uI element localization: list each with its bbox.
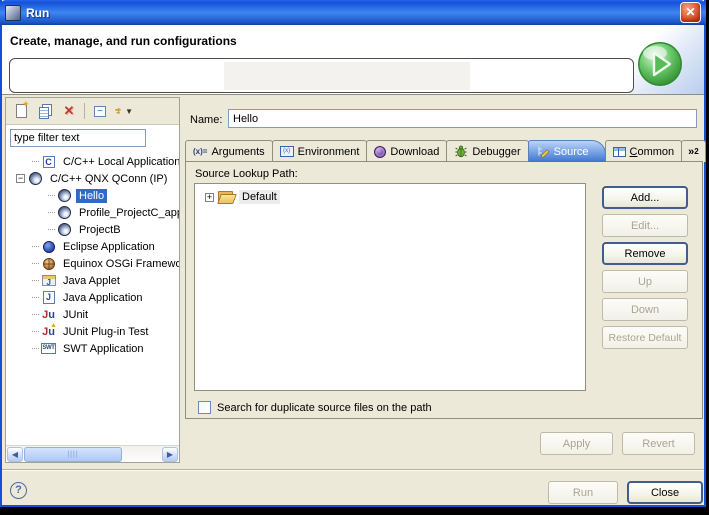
duplicate-sources-label: Search for duplicate source files on the… <box>217 402 432 414</box>
revert-button: Revert <box>622 432 695 455</box>
tree-item-java-application[interactable]: J Java Application <box>6 289 179 306</box>
tab-folder: (x)= Arguments (x) Environment Download … <box>185 140 706 162</box>
config-toolbar: ✕ − ▼ <box>6 98 179 125</box>
duplicate-icon <box>39 107 49 119</box>
environment-icon: (x) <box>280 146 294 157</box>
tree-item-hello[interactable]: Hello <box>6 187 179 204</box>
c-application-icon: C <box>41 154 56 169</box>
download-icon <box>374 146 386 158</box>
restore-default-button: Restore Default <box>602 326 688 349</box>
delete-configuration-button[interactable]: ✕ <box>60 102 78 120</box>
new-configuration-icon <box>16 104 27 118</box>
qnx-sphere-icon <box>57 205 72 220</box>
tree-item-equinox-osgi[interactable]: Equinox OSGi Framework <box>6 255 179 272</box>
add-button[interactable]: Add... <box>602 186 688 209</box>
help-icon[interactable]: ? <box>10 482 27 499</box>
java-application-icon: J <box>41 290 56 305</box>
equinox-sphere-icon <box>41 256 56 271</box>
run-orb-icon <box>636 40 684 88</box>
tree-item-cpp-local[interactable]: C C/C++ Local Application <box>6 153 179 170</box>
config-explorer: ✕ − ▼ C C/C++ Local Application C/C+ <box>5 97 180 463</box>
titlebar[interactable]: Run ✕ <box>0 0 706 25</box>
scroll-left-icon[interactable]: ◀ <box>7 447 23 462</box>
tree-item-qnx-qconn[interactable]: C/C++ QNX QConn (IP) <box>6 170 179 187</box>
junit-icon <box>41 307 56 322</box>
tab-debugger[interactable]: Debugger <box>446 140 528 162</box>
message-area <box>9 58 634 93</box>
filter-icon <box>115 105 123 117</box>
banner: Create, manage, and run configurations <box>2 25 704 95</box>
collapse-all-icon: − <box>94 106 106 117</box>
new-configuration-button[interactable] <box>12 102 30 120</box>
tab-common[interactable]: Common <box>605 140 683 162</box>
qnx-sphere-icon <box>57 222 72 237</box>
eclipse-sphere-icon <box>41 239 56 254</box>
run-button: Run <box>548 481 618 504</box>
horizontal-scrollbar[interactable]: ◀ |||| ▶ <box>6 445 179 462</box>
filter-input[interactable] <box>10 129 146 147</box>
remove-button[interactable]: Remove <box>602 242 688 265</box>
tree-item-junit[interactable]: JUnit <box>6 306 179 323</box>
up-button: Up <box>602 270 688 293</box>
scrollbar-thumb[interactable]: |||| <box>24 447 122 462</box>
close-button[interactable]: Close <box>627 481 703 504</box>
expand-plus-icon[interactable]: + <box>205 193 214 202</box>
close-icon[interactable]: ✕ <box>680 2 701 23</box>
swt-application-icon: SWT <box>41 341 56 356</box>
java-applet-icon <box>41 273 56 288</box>
qnx-sphere-icon <box>57 188 72 203</box>
source-lookup-path-label: Source Lookup Path: <box>195 168 298 180</box>
tab-environment[interactable]: (x) Environment <box>272 140 368 162</box>
folder-icon <box>218 191 234 203</box>
collapse-all-button[interactable]: − <box>91 102 109 120</box>
tree-item-profile-projectc[interactable]: Profile_ProjectC_app <box>6 204 179 221</box>
scroll-right-icon[interactable]: ▶ <box>162 447 178 462</box>
apply-button: Apply <box>540 432 613 455</box>
name-label: Name: <box>190 114 222 126</box>
arguments-icon: (x)= <box>193 147 207 156</box>
tab-download[interactable]: Download <box>366 140 447 162</box>
run-dialog: Run ✕ Create, manage, and run configurat… <box>0 0 706 507</box>
scrollbar-track[interactable]: |||| <box>23 447 162 462</box>
common-icon <box>613 147 626 157</box>
list-item-default[interactable]: + Default <box>195 184 585 204</box>
qnx-sphere-icon <box>28 171 43 186</box>
dialog-heading: Create, manage, and run configurations <box>10 34 237 48</box>
source-lookup-list[interactable]: + Default <box>194 183 586 391</box>
run-window-icon <box>5 5 21 21</box>
tab-overflow-chevron[interactable]: »2 <box>681 140 706 162</box>
tree-item-java-applet[interactable]: Java Applet <box>6 272 179 289</box>
source-icon <box>536 145 550 159</box>
filter-menu-button[interactable]: ▼ <box>115 102 133 120</box>
tab-source[interactable]: Source <box>528 140 606 162</box>
duplicate-sources-checkbox[interactable] <box>198 401 211 414</box>
tree-item-eclipse-application[interactable]: Eclipse Application <box>6 238 179 255</box>
watermark <box>224 62 470 90</box>
delete-icon: ✕ <box>64 103 75 119</box>
toolbar-separator <box>84 103 85 119</box>
window-title: Run <box>26 6 675 20</box>
chevron-down-icon: ▼ <box>125 107 133 116</box>
tree-item-projectb[interactable]: ProjectB <box>6 221 179 238</box>
junit-plugin-icon: ▲ <box>41 324 56 339</box>
config-tree: C C/C++ Local Application C/C++ QNX QCon… <box>6 150 179 445</box>
name-input[interactable] <box>228 109 697 128</box>
down-button: Down <box>602 298 688 321</box>
duplicate-configuration-button[interactable] <box>36 102 54 120</box>
tab-arguments[interactable]: (x)= Arguments <box>185 140 273 162</box>
footer-separator <box>2 469 704 471</box>
tree-item-swt-application[interactable]: SWT SWT Application <box>6 340 179 357</box>
collapse-expander-icon[interactable] <box>16 174 25 183</box>
tree-item-junit-plugin-test[interactable]: ▲ JUnit Plug-in Test <box>6 323 179 340</box>
edit-button: Edit... <box>602 214 688 237</box>
debugger-icon <box>454 145 468 158</box>
